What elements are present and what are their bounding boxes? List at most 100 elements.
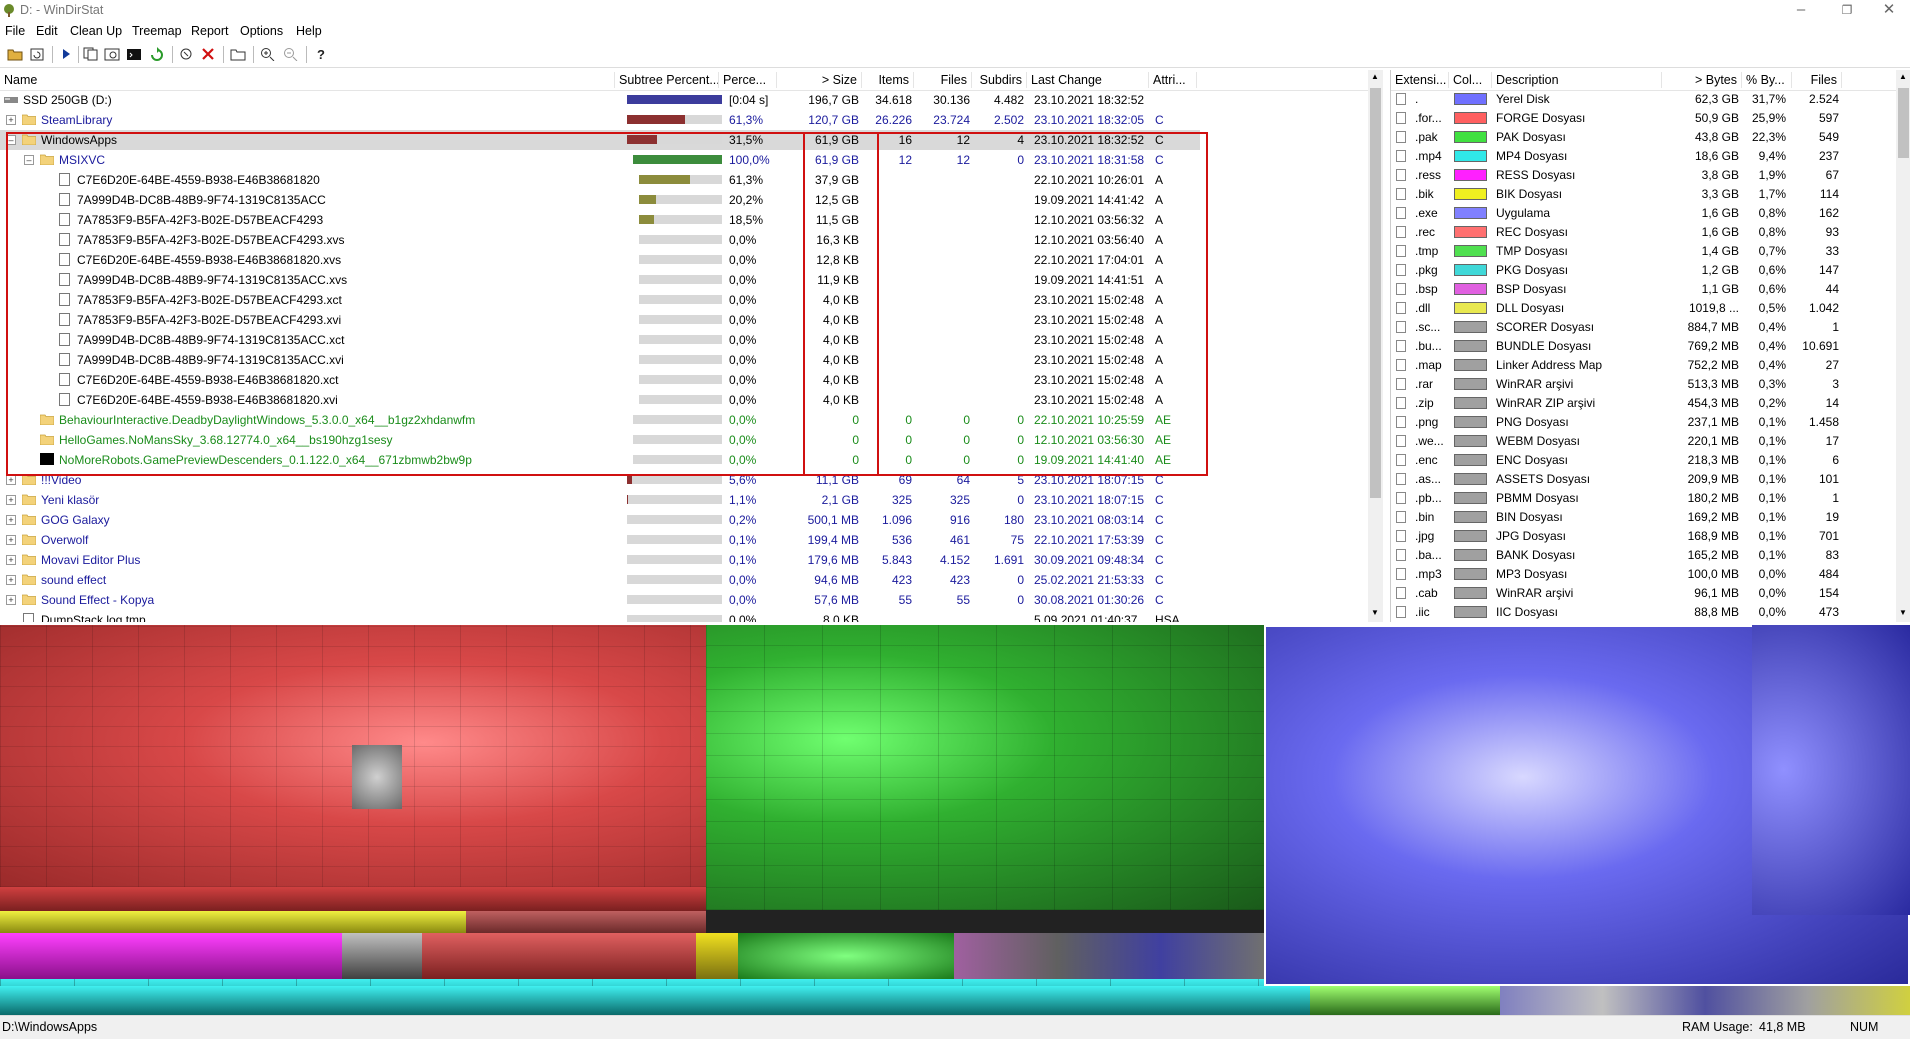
tree-row[interactable]: C7E6D20E-64BE-4559-B938-E46B38681820 61,3… xyxy=(0,170,1370,190)
extension-row[interactable]: .mp4 MP4 Dosyası 18,6 GB 9,4% 237 xyxy=(1391,147,1910,166)
tree-row[interactable]: + GOG Galaxy 0,2% 500,1 MB 1.096 916 180 23.10.… xyxy=(0,510,1370,530)
zoom-in-icon[interactable] xyxy=(259,45,277,63)
extension-row[interactable]: .sc... SCORER Dosyası 884,7 MB 0,4% 1 xyxy=(1391,318,1910,337)
extension-row[interactable]: .enc ENC Dosyası 218,3 MB 0,1% 6 xyxy=(1391,451,1910,470)
tree-row[interactable]: + Overwolf 0,1% 199,4 MB 536 461 75 22.10.2021 … xyxy=(0,530,1370,550)
treemap-yellow-block[interactable] xyxy=(696,933,738,979)
treemap-mixed-block[interactable] xyxy=(954,933,1264,979)
extension-row[interactable]: .ba... BANK Dosyası 165,2 MB 0,1% 83 xyxy=(1391,546,1910,565)
extension-row[interactable]: . Yerel Disk 62,3 GB 31,7% 2.524 xyxy=(1391,90,1910,109)
col-last-change[interactable]: Last Change xyxy=(1027,72,1149,88)
folder-icon[interactable] xyxy=(229,45,247,63)
expand-toggle-icon[interactable]: + xyxy=(6,495,16,505)
col-subtree-percent[interactable]: Subtree Percent... xyxy=(615,72,719,88)
treemap-green-block-2[interactable] xyxy=(738,933,954,979)
extension-row[interactable]: .pkg PKG Dosyası 1,2 GB 0,6% 147 xyxy=(1391,261,1910,280)
extension-row[interactable]: .exe Uygulama 1,6 GB 0,8% 162 xyxy=(1391,204,1910,223)
extension-row[interactable]: .bik BIK Dosyası 3,3 GB 1,7% 114 xyxy=(1391,185,1910,204)
tree-row[interactable]: C7E6D20E-64BE-4559-B938-E46B38681820.xvi… xyxy=(0,390,1370,410)
menu-edit[interactable]: Edit xyxy=(36,24,58,38)
cleanup-icon[interactable] xyxy=(177,45,195,63)
tree-row[interactable]: 7A7853F9-B5FA-42F3-B02E-D57BEACF4293.xvs… xyxy=(0,230,1370,250)
extension-list[interactable]: Extensi... Col... Description > Bytes % … xyxy=(1390,70,1910,622)
col-percent[interactable]: Perce... xyxy=(719,72,777,88)
extension-row[interactable]: .rec REC Dosyası 1,6 GB 0,8% 93 xyxy=(1391,223,1910,242)
col-name[interactable]: Name xyxy=(0,72,615,88)
extension-scrollbar[interactable]: ▲ ▼ xyxy=(1896,70,1910,622)
extension-row[interactable]: .for... FORGE Dosyası 50,9 GB 25,9% 597 xyxy=(1391,109,1910,128)
col-ext-files[interactable]: Files xyxy=(1792,72,1842,88)
refresh-icon[interactable] xyxy=(28,45,46,63)
extension-row[interactable]: .tmp TMP Dosyası 1,4 GB 0,7% 33 xyxy=(1391,242,1910,261)
col-extension[interactable]: Extensi... xyxy=(1391,72,1449,88)
expand-toggle-icon[interactable]: + xyxy=(6,115,16,125)
tree-row[interactable]: 7A999D4B-DC8B-48B9-9F74-1319C8135ACC.xvi… xyxy=(0,350,1370,370)
tree-row[interactable]: NoMoreRobots.GamePreviewDescenders_0.1.1… xyxy=(0,450,1370,470)
treemap-red-strip[interactable] xyxy=(0,887,706,911)
treemap-rec-strip[interactable] xyxy=(466,911,706,933)
expand-toggle-icon[interactable]: + xyxy=(6,575,16,585)
treemap-bik-strip[interactable] xyxy=(0,911,466,933)
help-icon[interactable]: ? xyxy=(312,45,330,63)
ext-scroll-up-arrow-icon[interactable]: ▲ xyxy=(1899,72,1907,81)
col-description[interactable]: Description xyxy=(1492,72,1662,88)
col-size[interactable]: > Size xyxy=(777,72,862,88)
ext-scroll-down-arrow-icon[interactable]: ▼ xyxy=(1899,608,1907,617)
tree-row[interactable]: C7E6D20E-64BE-4559-B938-E46B38681820.xvs… xyxy=(0,250,1370,270)
extension-row[interactable]: .bin BIN Dosyası 169,2 MB 0,1% 19 xyxy=(1391,508,1910,527)
extension-row[interactable]: .pb... PBMM Dosyası 180,2 MB 0,1% 1 xyxy=(1391,489,1910,508)
tree-row[interactable]: 7A7853F9-B5FA-42F3-B02E-D57BEACF4293 18,5… xyxy=(0,210,1370,230)
tree-row[interactable]: 7A999D4B-DC8B-48B9-9F74-1319C8135ACC.xct… xyxy=(0,330,1370,350)
tree-row[interactable]: DumpStack.log.tmp 0,0% 8,0 KB 5.09.2021 01:… xyxy=(0,610,1370,622)
menu-report[interactable]: Report xyxy=(191,24,229,38)
treemap-gray-block-2[interactable] xyxy=(342,933,422,979)
extension-row[interactable]: .bu... BUNDLE Dosyası 769,2 MB 0,4% 10.691 xyxy=(1391,337,1910,356)
treemap-bottom-green[interactable] xyxy=(1310,986,1500,1015)
extension-row[interactable]: .dll DLL Dosyası 1019,8 ... 0,5% 1.042 xyxy=(1391,299,1910,318)
zoom-out-icon[interactable] xyxy=(282,45,300,63)
expand-toggle-icon[interactable]: – xyxy=(6,135,16,145)
expand-toggle-icon[interactable]: + xyxy=(6,535,16,545)
extension-row[interactable]: .as... ASSETS Dosyası 209,9 MB 0,1% 101 xyxy=(1391,470,1910,489)
expand-toggle-icon[interactable]: + xyxy=(6,555,16,565)
col-files[interactable]: Files xyxy=(914,72,972,88)
extension-row[interactable]: .bsp BSP Dosyası 1,1 GB 0,6% 44 xyxy=(1391,280,1910,299)
extension-row[interactable]: .jpg JPG Dosyası 168,9 MB 0,1% 701 xyxy=(1391,527,1910,546)
col-color[interactable]: Col... xyxy=(1449,72,1492,88)
tree-row[interactable]: + SteamLibrary 61,3% 120,7 GB 26.226 23.724 2.… xyxy=(0,110,1370,130)
tree-row[interactable]: 7A7853F9-B5FA-42F3-B02E-D57BEACF4293.xvi… xyxy=(0,310,1370,330)
tree-row[interactable]: – WindowsApps 31,5% 61,9 GB 16 12 4 23.10.2021 … xyxy=(0,130,1200,150)
extension-row[interactable]: .we... WEBM Dosyası 220,1 MB 0,1% 17 xyxy=(1391,432,1910,451)
extension-row[interactable]: .ress RESS Dosyası 3,8 GB 1,9% 67 xyxy=(1391,166,1910,185)
extension-row[interactable]: .iic IIC Dosyası 88,8 MB 0,0% 473 xyxy=(1391,603,1910,622)
menu-help[interactable]: Help xyxy=(296,24,322,38)
treemap[interactable] xyxy=(0,625,1910,1015)
explorer-icon[interactable] xyxy=(103,45,121,63)
extension-row[interactable]: .cab WinRAR arşivi 96,1 MB 0,0% 154 xyxy=(1391,584,1910,603)
open-icon[interactable] xyxy=(6,45,24,63)
menu-options[interactable]: Options xyxy=(240,24,283,38)
extension-row[interactable]: .zip WinRAR ZIP arşivi 454,3 MB 0,2% 14 xyxy=(1391,394,1910,413)
treemap-gray-block[interactable] xyxy=(352,745,402,809)
tree-row[interactable]: + sound effect 0,0% 94,6 MB 423 423 0 25.02.202… xyxy=(0,570,1370,590)
col-percent-bytes[interactable]: % By... xyxy=(1742,72,1792,88)
extension-row[interactable]: .pak PAK Dosyası 43,8 GB 22,3% 549 xyxy=(1391,128,1910,147)
tree-row[interactable]: + Movavi Editor Plus 0,1% 179,6 MB 5.843 4.15… xyxy=(0,550,1370,570)
tree-scroll-thumb[interactable] xyxy=(1370,88,1381,498)
tree-row[interactable]: SSD 250GB (D:) [0:04 s] 196,7 GB 34.618 30.1… xyxy=(0,90,1370,110)
tree-row[interactable]: BehaviourInteractive.DeadbyDaylightWindo… xyxy=(0,410,1370,430)
tree-row[interactable]: C7E6D20E-64BE-4559-B938-E46B38681820.xct… xyxy=(0,370,1370,390)
ext-scroll-thumb[interactable] xyxy=(1898,88,1909,158)
tree-row[interactable]: + Sound Effect - Kopya 0,0% 57,6 MB 55 55 0 30.… xyxy=(0,590,1370,610)
play-icon[interactable] xyxy=(57,45,75,63)
menu-clean-up[interactable]: Clean Up xyxy=(70,24,122,38)
tree-row[interactable]: 7A999D4B-DC8B-48B9-9F74-1319C8135ACC.xvs… xyxy=(0,270,1370,290)
close-button[interactable]: ✕ xyxy=(1866,0,1910,22)
tree-scrollbar[interactable]: ▲ ▼ xyxy=(1368,70,1383,622)
extension-row[interactable]: .rar WinRAR arşivi 513,3 MB 0,3% 3 xyxy=(1391,375,1910,394)
restore-button[interactable]: ❐ xyxy=(1824,0,1870,22)
treemap-red-block-2[interactable] xyxy=(422,933,696,979)
extension-row[interactable]: .mp3 MP3 Dosyası 100,0 MB 0,0% 484 xyxy=(1391,565,1910,584)
cmd-icon[interactable] xyxy=(125,45,143,63)
menu-treemap[interactable]: Treemap xyxy=(132,24,182,38)
